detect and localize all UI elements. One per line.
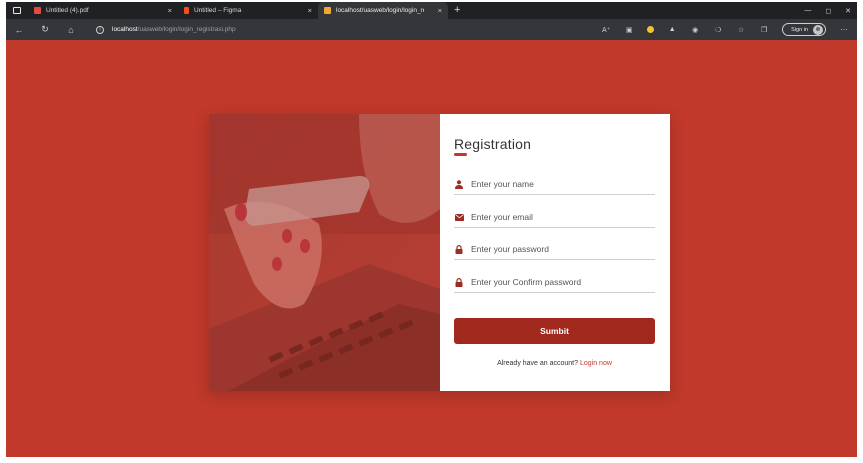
maximize-icon[interactable]: ◻ (825, 7, 831, 15)
window-menu-icon[interactable] (6, 2, 28, 19)
refresh-icon[interactable]: ↻ (36, 24, 54, 35)
window-controls: — ◻ ✕ (804, 7, 857, 15)
page-icon (324, 7, 331, 14)
close-icon[interactable]: × (168, 6, 172, 15)
name-field[interactable] (454, 174, 655, 195)
sign-in-label: Sign in (791, 26, 808, 33)
lock-icon (454, 277, 464, 287)
tab-figma[interactable]: Untitled – Figma × (178, 2, 318, 19)
favorites-icon[interactable]: ☆ (736, 26, 746, 34)
login-link[interactable]: Login now (580, 360, 612, 367)
password-input[interactable] (471, 244, 651, 254)
tab-title: Untitled – Figma (194, 7, 242, 14)
form-title: Registration (454, 136, 532, 156)
password-field[interactable] (454, 239, 655, 260)
minimize-icon[interactable]: — (804, 7, 811, 15)
close-icon[interactable]: × (438, 6, 442, 15)
shield-icon[interactable]: ◉ (690, 26, 700, 34)
tab-title: Untitled (4).pdf (46, 7, 89, 14)
back-icon[interactable]: ← (10, 25, 28, 35)
extensions-puzzle-icon[interactable]: ❍ (713, 26, 723, 34)
submit-button[interactable]: Sumbit (454, 318, 655, 344)
new-tab-icon[interactable]: + (454, 2, 460, 19)
read-aloud-icon[interactable]: A⁺ (601, 26, 611, 34)
lock-icon (454, 244, 464, 254)
home-icon[interactable]: ⌂ (62, 25, 80, 35)
registration-card: Registration Enter your name Enter your … (209, 114, 670, 391)
rewards-icon[interactable] (647, 26, 655, 33)
url-path: /uasweb/login/login_registrasi.php (137, 26, 236, 33)
page-background: Registration Enter your name Enter your … (6, 40, 857, 457)
tab-localhost-active[interactable]: localhost/uasweb/login/login_re × (318, 2, 448, 19)
url-field[interactable]: i localhost/uasweb/login/login_registras… (96, 25, 236, 34)
hero-photo (209, 114, 440, 391)
registration-form: Registration Enter your name Enter your … (440, 114, 670, 391)
collections-icon[interactable]: ❐ (759, 26, 769, 34)
tab-title: localhost/uasweb/login/login_re (336, 7, 424, 14)
toolbar-icons: A⁺ ▣ ▲ ◉ ❍ ☆ ❐ Sign in ⋯ (601, 23, 857, 36)
avatar (813, 24, 823, 35)
more-icon[interactable]: ⋯ (839, 26, 849, 34)
email-field[interactable] (454, 207, 655, 228)
extension-icon[interactable]: ▲ (667, 26, 677, 33)
login-prompt-text: Already have an account? (497, 360, 579, 367)
address-bar: ← ↻ ⌂ i localhost/uasweb/login/login_reg… (6, 19, 857, 40)
pdf-icon (34, 7, 41, 14)
confirm-password-field[interactable] (454, 272, 655, 293)
tab-pdf[interactable]: Untitled (4).pdf × (28, 2, 178, 19)
user-icon (454, 179, 464, 189)
url-host: localhost (112, 26, 138, 33)
login-prompt: Already have an account? Login now (454, 360, 655, 367)
tab-actions-icon[interactable]: ▣ (624, 26, 634, 34)
envelope-icon (454, 212, 464, 222)
window-close-icon[interactable]: ✕ (845, 7, 851, 15)
email-input[interactable] (471, 212, 651, 222)
figma-icon (184, 7, 189, 14)
confirm-password-input[interactable] (471, 277, 651, 287)
name-input[interactable] (471, 179, 651, 189)
sign-in-button[interactable]: Sign in (782, 23, 826, 36)
info-icon[interactable]: i (96, 25, 104, 34)
browser-tab-strip: Untitled (4).pdf × Untitled – Figma × lo… (6, 2, 857, 19)
close-icon[interactable]: × (308, 6, 312, 15)
